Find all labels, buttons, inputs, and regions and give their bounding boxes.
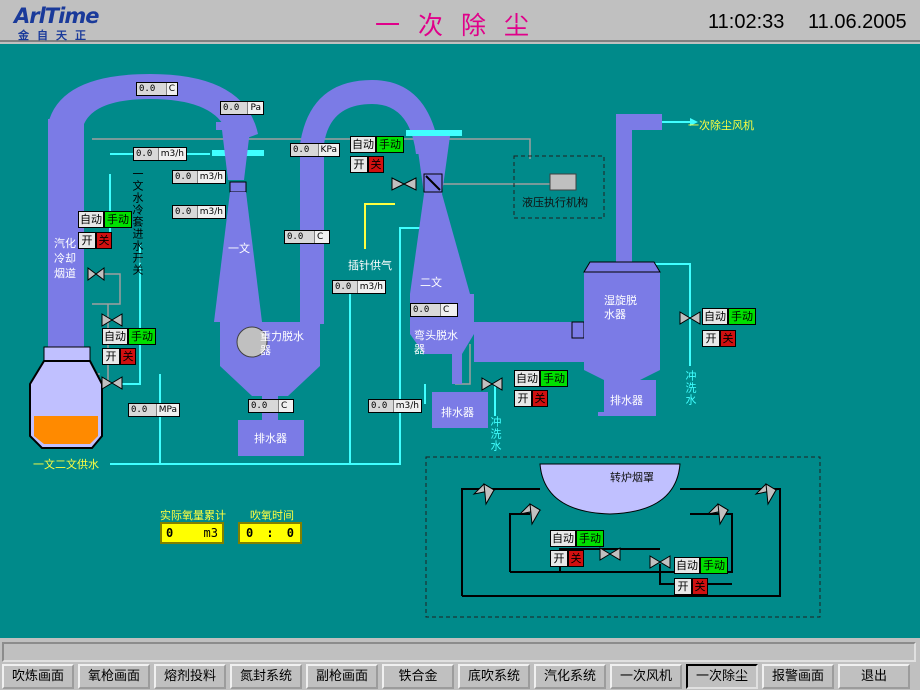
nav-sub-lance[interactable]: 副枪画面 xyxy=(306,664,378,689)
nav-primary-dedust[interactable]: 一次除尘 xyxy=(686,664,758,689)
auto-button-4[interactable]: 自动 xyxy=(514,370,540,387)
manual-button-6[interactable]: 手动 xyxy=(576,530,604,547)
on-button-7[interactable]: 开 xyxy=(674,578,692,595)
manual-button-5[interactable]: 手动 xyxy=(728,308,756,325)
readout-kpa: 0.0 KPa xyxy=(290,143,340,157)
page-title: 一次除尘 xyxy=(375,11,548,40)
molten-steel xyxy=(34,416,98,444)
manual-button-1[interactable]: 手动 xyxy=(104,211,132,228)
hydraulic-actuator xyxy=(549,173,577,191)
readout-flow-3: 0.0 m3/h xyxy=(172,205,226,219)
drain-label-2: 排水器 xyxy=(441,406,474,419)
evap-flue-label: 汽化冷却烟道 xyxy=(54,237,76,280)
off-button-3[interactable]: 关 xyxy=(120,348,136,365)
logo-brand: ArlTime xyxy=(14,4,99,28)
hood-label: 转炉烟罩 xyxy=(610,471,654,484)
readout-flow-1: 0.0 m3/h xyxy=(133,147,187,161)
blow-time-label: 吹氧时间 xyxy=(250,509,294,522)
bottom-nav: 吹炼画面 氧枪画面 熔剂投料 氮封系统 副枪画面 铁合金 底吹系统 汽化系统 一… xyxy=(0,664,920,690)
gravity-cone xyxy=(220,366,320,396)
manual-button-4[interactable]: 手动 xyxy=(540,370,568,387)
stack-elbow xyxy=(616,114,662,130)
flush-label-1: 冲洗水 xyxy=(489,416,502,452)
auto-button-6[interactable]: 自动 xyxy=(550,530,576,547)
on-button-1[interactable]: 开 xyxy=(78,232,96,249)
status-bar xyxy=(2,642,916,662)
nav-oxygen-lance[interactable]: 氧枪画面 xyxy=(78,664,150,689)
readout-temp-mid: 0.0 C xyxy=(284,230,330,244)
nav-bottom-blow[interactable]: 底吹系统 xyxy=(458,664,530,689)
off-button-2[interactable]: 关 xyxy=(368,156,384,173)
readout-mpa: 0.0 MPa xyxy=(128,403,180,417)
converter-cap xyxy=(43,346,91,362)
stack-duct xyxy=(616,118,632,283)
swirl-label: 湿旋脱水器 xyxy=(604,294,637,321)
water-supply-label: 一文二文供水 xyxy=(33,458,99,471)
on-button-4[interactable]: 开 xyxy=(514,390,532,407)
auto-button-7[interactable]: 自动 xyxy=(674,557,700,574)
wen1-label: 一文 xyxy=(228,242,250,255)
fan-label: 一次除尘风机 xyxy=(688,119,754,132)
oxygen-total-display: 0 m3 xyxy=(160,522,224,544)
nav-alarm[interactable]: 报警画面 xyxy=(762,664,834,689)
oxygen-total-label: 实际氧量累计 xyxy=(160,509,226,522)
gas-pipe xyxy=(364,203,395,249)
horizontal-duct xyxy=(474,322,584,362)
nav-exit[interactable]: 退出 xyxy=(838,664,910,689)
clock-date: 11.06.2005 xyxy=(808,11,907,33)
off-button-5[interactable]: 关 xyxy=(720,330,736,347)
duct-flange xyxy=(571,321,585,339)
readout-temp-top: 0.0 C xyxy=(136,82,178,96)
flush-label-2: 冲洗水 xyxy=(684,370,697,406)
readout-pressure-top: 0.0 Pa xyxy=(220,101,264,115)
swirl-top xyxy=(583,261,661,273)
nav-nitrogen-seal[interactable]: 氮封系统 xyxy=(230,664,302,689)
process-diagram: 一次除尘风机 液压执行机构 插针供气 汽化冷却烟道 一文 一文水冷套进水开关 重… xyxy=(0,44,920,638)
auto-button-3[interactable]: 自动 xyxy=(102,328,128,345)
nav-flux-feed[interactable]: 熔剂投料 xyxy=(154,664,226,689)
nav-vaporization[interactable]: 汽化系统 xyxy=(534,664,606,689)
auto-button-5[interactable]: 自动 xyxy=(702,308,728,325)
off-button-6[interactable]: 关 xyxy=(568,550,584,567)
company-logo: ArlTime 金自天正 xyxy=(6,4,116,42)
readout-temp-wen2: 0.0 C xyxy=(410,303,458,317)
readout-flow-4: 0.0 m3/h xyxy=(332,280,386,294)
clock-time: 11:02:33 xyxy=(708,11,785,33)
auto-button-1[interactable]: 自动 xyxy=(78,211,104,228)
readout-flow-2: 0.0 m3/h xyxy=(172,170,226,184)
nav-primary-fan[interactable]: 一次风机 xyxy=(610,664,682,689)
blow-time-display: 0 : 0 xyxy=(238,522,302,544)
manual-button-3[interactable]: 手动 xyxy=(128,328,156,345)
off-button-4[interactable]: 关 xyxy=(532,390,548,407)
wen1-throat xyxy=(222,130,250,180)
off-button-1[interactable]: 关 xyxy=(96,232,112,249)
nozzle-supply-label: 插针供气 xyxy=(348,259,392,272)
manual-button-2[interactable]: 手动 xyxy=(376,136,404,153)
gravity-label: 重力脱水器 xyxy=(260,330,304,357)
logo-sub: 金自天正 xyxy=(18,29,94,42)
drain-label-1: 排水器 xyxy=(254,432,287,445)
wen1-top xyxy=(216,122,254,130)
on-button-6[interactable]: 开 xyxy=(550,550,568,567)
wen2-spray xyxy=(406,130,462,136)
nav-ferroalloy[interactable]: 铁合金 xyxy=(382,664,454,689)
wen2-label: 二文 xyxy=(420,276,442,289)
elbow-label: 弯头脱水器 xyxy=(414,329,458,356)
header-bar: ArlTime 金自天正 一次除尘 11:02:33 11.06.2005 xyxy=(0,0,920,42)
hydraulic-label: 液压执行机构 xyxy=(522,196,588,209)
nav-blowing[interactable]: 吹炼画面 xyxy=(2,664,74,689)
off-button-7[interactable]: 关 xyxy=(692,578,708,595)
manual-button-7[interactable]: 手动 xyxy=(700,557,728,574)
readout-temp-gravity: 0.0 C xyxy=(248,399,294,413)
app-window: ArlTime 金自天正 一次除尘 11:02:33 11.06.2005 一次… xyxy=(0,0,920,690)
readout-flow-5: 0.0 m3/h xyxy=(368,399,422,413)
drain-label-3: 排水器 xyxy=(610,394,643,407)
on-button-5[interactable]: 开 xyxy=(702,330,720,347)
elbow-neck xyxy=(452,354,462,384)
auto-button-2[interactable]: 自动 xyxy=(350,136,376,153)
wen1-ring xyxy=(229,181,247,193)
on-button-2[interactable]: 开 xyxy=(350,156,368,173)
on-button-3[interactable]: 开 xyxy=(102,348,120,365)
